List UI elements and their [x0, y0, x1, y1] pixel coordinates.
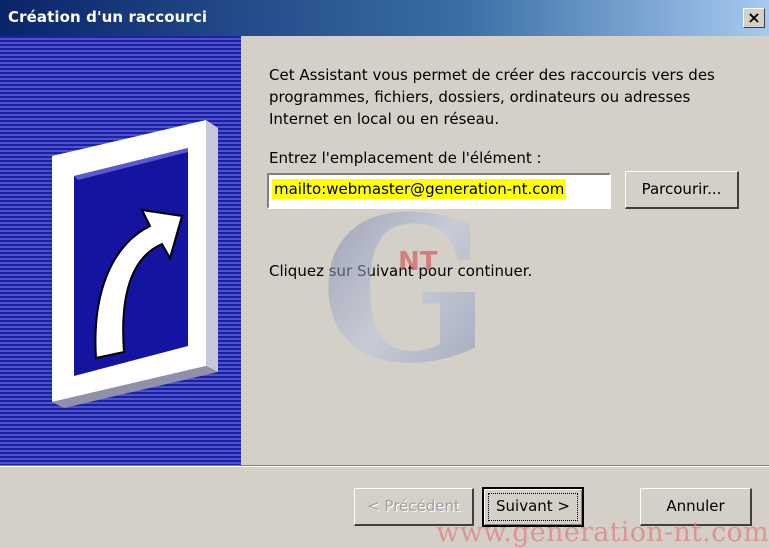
wizard-footer: < Précédent Suivant > Annuler	[0, 465, 769, 547]
next-button[interactable]: Suivant >	[482, 487, 584, 527]
close-button[interactable]: ×	[743, 8, 765, 28]
shortcut-arrow-icon	[52, 120, 218, 408]
title-bar[interactable]: Création d'un raccourci ×	[0, 0, 769, 36]
wizard-banner	[0, 36, 241, 465]
location-input[interactable]: mailto:webmaster@generation-nt.com	[267, 173, 611, 209]
wizard-content: Cet Assistant vous permet de créer des r…	[241, 36, 769, 465]
close-icon: ×	[747, 8, 761, 27]
location-value: mailto:webmaster@generation-nt.com	[272, 179, 567, 199]
footer-divider	[0, 466, 769, 467]
cancel-button[interactable]: Annuler	[640, 488, 752, 526]
focus-rectangle	[488, 493, 578, 521]
back-button[interactable]: < Précédent	[354, 488, 474, 526]
location-label: Entrez l'emplacement de l'élément :	[269, 149, 542, 167]
browse-button[interactable]: Parcourir...	[625, 171, 739, 209]
window-title: Création d'un raccourci	[8, 8, 208, 26]
continue-hint: Cliquez sur Suivant pour continuer.	[269, 262, 533, 280]
wizard-description: Cet Assistant vous permet de créer des r…	[269, 66, 715, 128]
